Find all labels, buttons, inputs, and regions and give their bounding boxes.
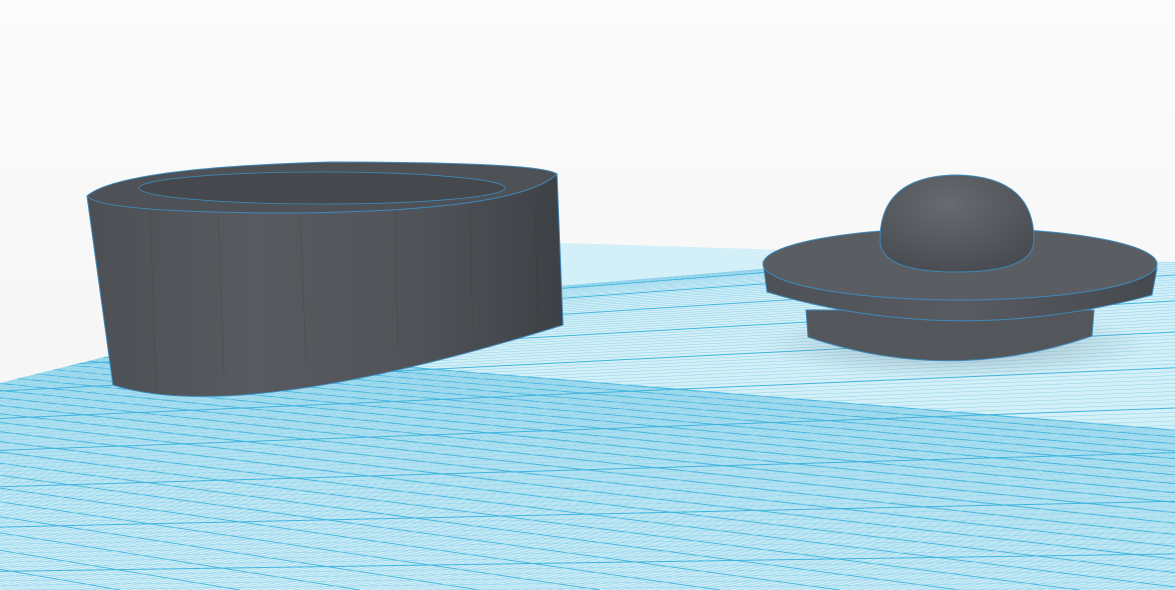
container-inner-opening (138, 171, 506, 205)
scene-canvas[interactable] (0, 0, 1175, 590)
3d-viewport[interactable] (0, 0, 1175, 590)
lid-knob[interactable] (879, 174, 1035, 273)
